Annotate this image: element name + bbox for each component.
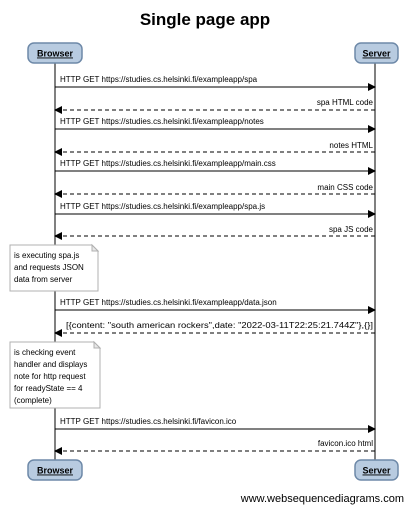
note-line: data from server <box>14 275 73 284</box>
note-line: for readyState == 4 <box>14 384 83 393</box>
message-label: spa HTML code <box>317 98 374 107</box>
note-line: is checking event <box>14 348 76 357</box>
browser-actor-label: Browser <box>37 466 74 476</box>
message-label: HTTP GET https://studies.cs.helsinki.fi/… <box>60 202 265 211</box>
browser-actor-label: Browser <box>37 49 74 59</box>
message-1: spa HTML code <box>54 98 375 114</box>
sequence-diagram: Single page app Browser Server HTTP GET … <box>9 10 404 505</box>
note-1: is executing spa.js and requests JSON da… <box>9 243 100 292</box>
note-line: and requests JSON <box>14 263 84 272</box>
note-line: handler and displays <box>14 360 87 369</box>
note-line: is executing spa.js <box>14 251 79 260</box>
message-label: HTTP GET https://studies.cs.helsinki.fi/… <box>60 298 277 307</box>
message-11: favicon.ico html <box>54 439 375 455</box>
message-0: HTTP GET https://studies.cs.helsinki.fi/… <box>55 75 376 91</box>
message-8: HTTP GET https://studies.cs.helsinki.fi/… <box>55 298 376 314</box>
message-label: [{content: "south american rockers",date… <box>66 321 373 330</box>
message-label: HTTP GET https://studies.cs.helsinki.fi/… <box>60 159 276 168</box>
message-label: HTTP GET https://studies.cs.helsinki.fi/… <box>60 75 258 84</box>
message-label: HTTP GET https://studies.cs.helsinki.fi/… <box>60 417 237 426</box>
server-actor-label: Server <box>362 466 391 476</box>
note-line: (complete) <box>14 396 52 405</box>
message-label: notes HTML <box>329 141 373 150</box>
message-4: HTTP GET https://studies.cs.helsinki.fi/… <box>55 159 376 175</box>
browser-actor-bottom: Browser <box>27 459 83 481</box>
server-actor-top: Server <box>354 42 399 64</box>
message-label: main CSS code <box>317 183 373 192</box>
message-label: favicon.ico html <box>318 439 373 448</box>
note-line: note for http request <box>14 372 86 381</box>
message-7: spa JS code <box>54 225 375 240</box>
note-2: is checking event handler and displays n… <box>9 340 102 409</box>
message-6: HTTP GET https://studies.cs.helsinki.fi/… <box>55 202 376 218</box>
message-5: main CSS code <box>54 183 375 198</box>
message-label: HTTP GET https://studies.cs.helsinki.fi/… <box>60 117 264 126</box>
message-label: spa JS code <box>329 225 374 234</box>
browser-actor-top: Browser <box>27 42 83 64</box>
message-3: notes HTML <box>54 141 375 156</box>
watermark-text: www.websequencediagrams.com <box>240 493 404 505</box>
message-9: [{content: "south american rockers",date… <box>54 321 375 337</box>
diagram-title: Single page app <box>140 10 270 29</box>
message-10: HTTP GET https://studies.cs.helsinki.fi/… <box>55 417 376 433</box>
server-actor-bottom: Server <box>354 459 399 481</box>
message-2: HTTP GET https://studies.cs.helsinki.fi/… <box>55 117 376 133</box>
server-actor-label: Server <box>362 49 391 59</box>
